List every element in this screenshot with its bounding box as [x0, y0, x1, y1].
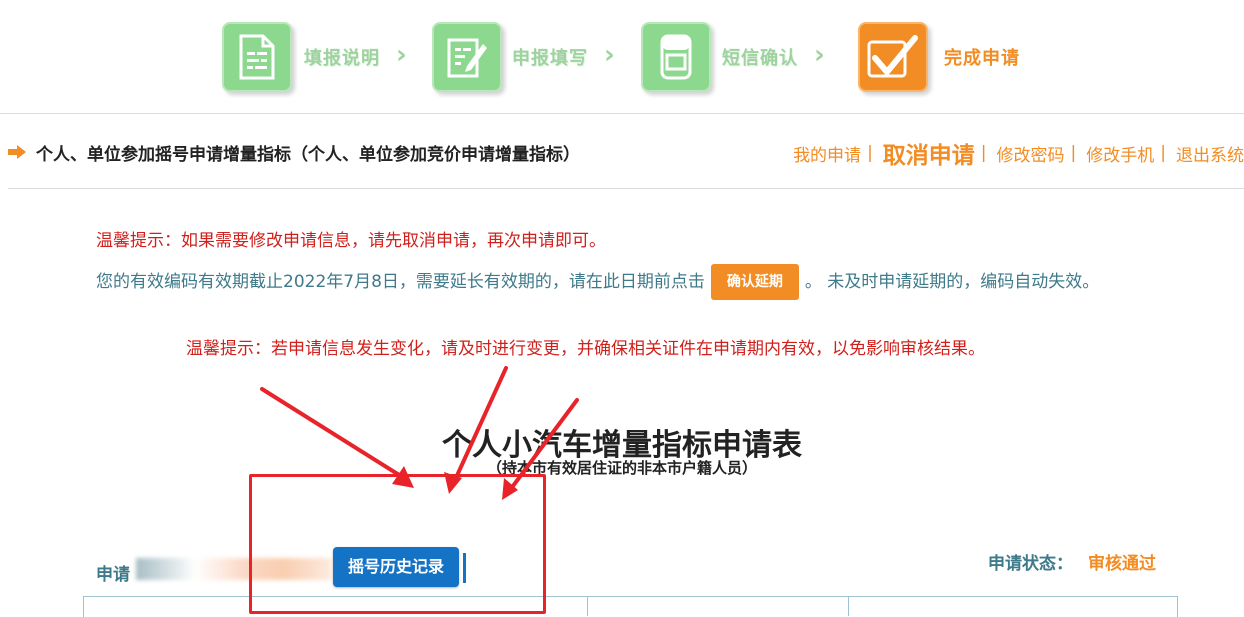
- annotation-arrows: [260, 366, 579, 500]
